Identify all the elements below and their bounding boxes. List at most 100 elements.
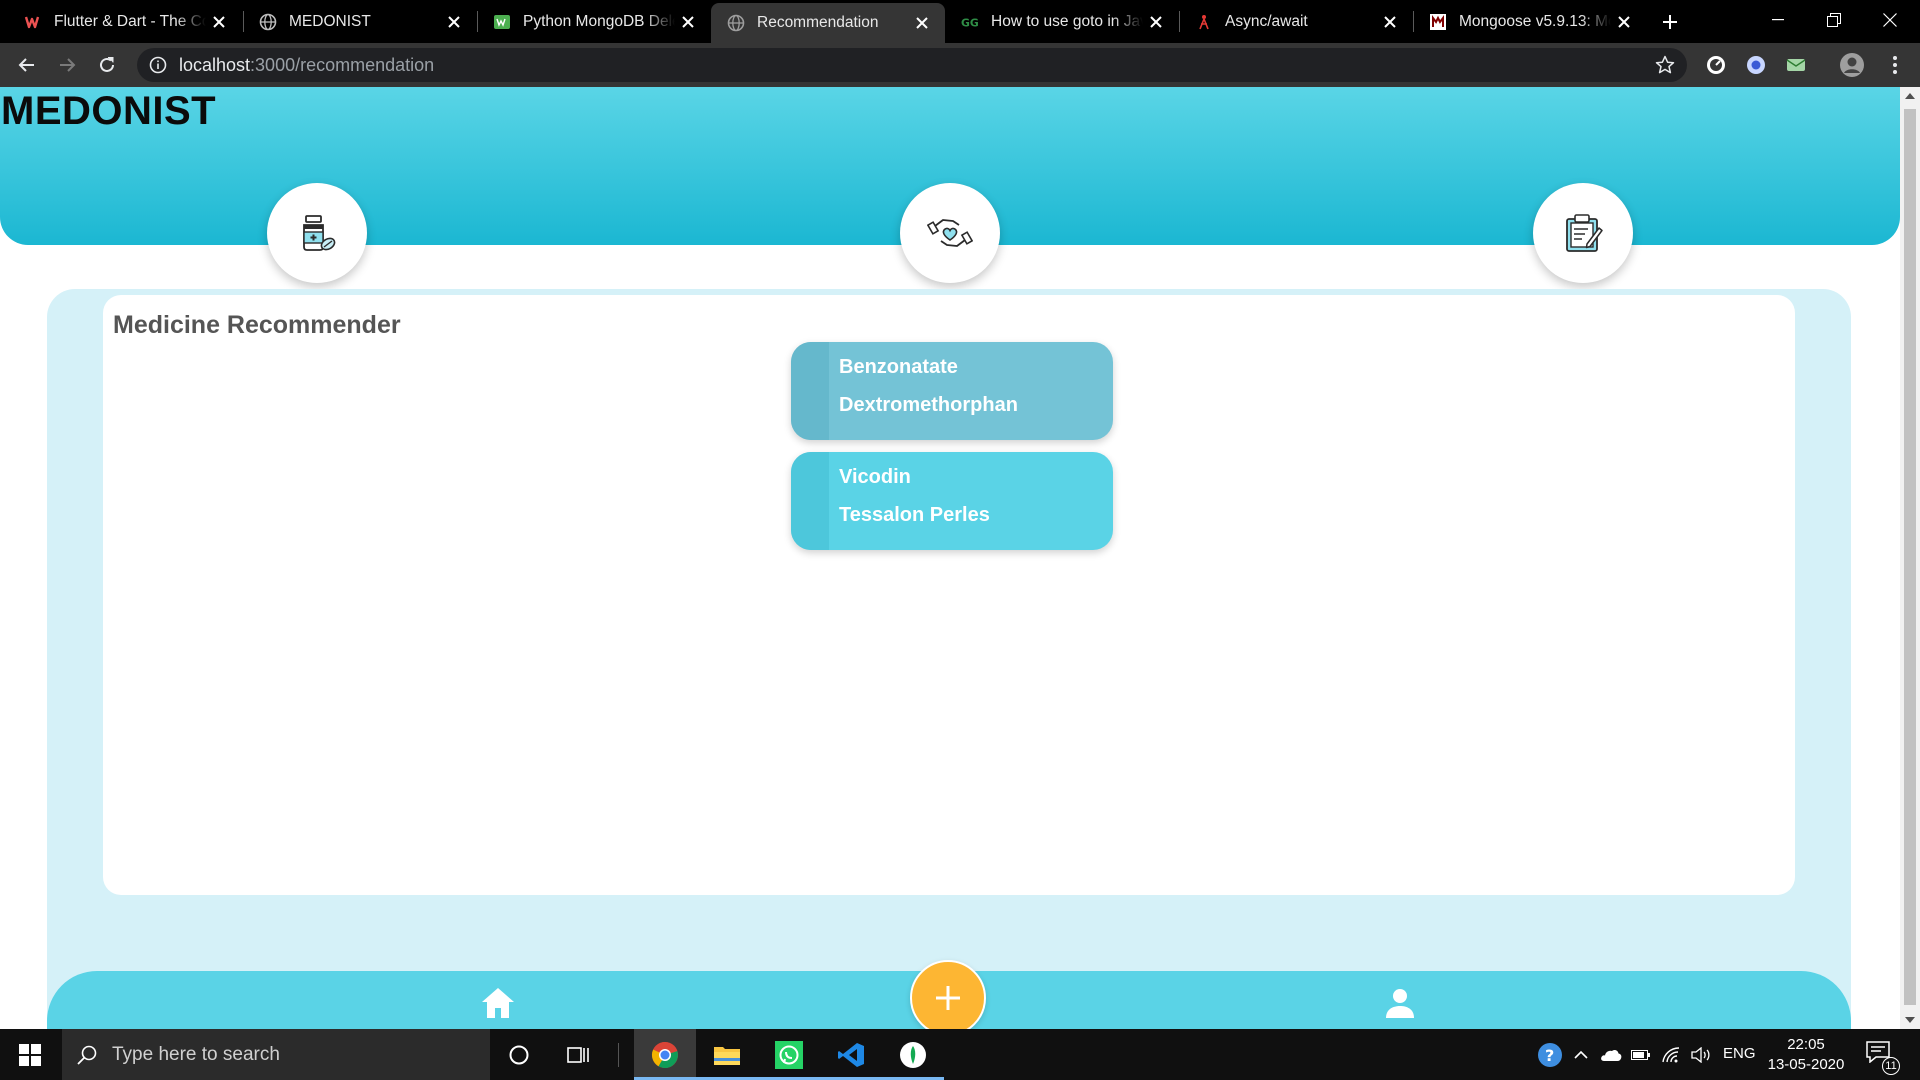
page-viewport: MEDONIST Medicine Recommender Benzonatat… [0, 87, 1920, 1029]
browser-tab[interactable]: Mongoose v5.9.13: Models [1413, 0, 1647, 43]
cortana-icon[interactable] [488, 1029, 550, 1080]
main-panel: Medicine Recommender Benzonatate Dextrom… [47, 289, 1851, 1029]
medicine-name: Tessalon Perles [839, 504, 990, 526]
svg-text:GG: GG [961, 16, 979, 29]
window-close-icon[interactable] [1862, 0, 1918, 40]
javascript-info-icon [1195, 13, 1213, 31]
url-text[interactable]: localhost:3000/recommendation [179, 55, 434, 76]
clock[interactable]: 22:05 13-05-2020 [1766, 1035, 1846, 1075]
browser-toolbar: localhost:3000/recommendation [0, 43, 1920, 87]
help-icon[interactable]: ? [1532, 1029, 1568, 1080]
home-icon[interactable] [478, 983, 518, 1023]
close-icon[interactable] [675, 9, 701, 35]
scroll-down-icon[interactable] [1905, 1017, 1915, 1023]
medicine-name: Vicodin [839, 466, 911, 488]
clock-time: 22:05 [1787, 1036, 1825, 1053]
browser-tab-strip: Flutter & Dart - The Complete Guide MEDO… [0, 0, 1920, 43]
tab-title: Mongoose v5.9.13: Models [1459, 12, 1611, 30]
search-icon [77, 1045, 97, 1065]
avatar[interactable] [1839, 52, 1865, 78]
info-icon[interactable] [149, 56, 167, 74]
close-icon[interactable] [441, 9, 467, 35]
windows-start-icon[interactable] [0, 1029, 60, 1080]
browser-tab[interactable]: Flutter & Dart - The Complete Guide [8, 0, 242, 43]
medicine-name: Dextromethorphan [839, 394, 1018, 416]
whatsapp-icon[interactable] [758, 1029, 820, 1080]
close-icon[interactable] [1377, 9, 1403, 35]
forward-icon[interactable] [51, 49, 83, 81]
mongoose-icon [1429, 13, 1447, 31]
browser-tab[interactable]: Async/await [1179, 0, 1413, 43]
browser-tab-active[interactable]: Recommendation [711, 3, 945, 43]
plus-icon [934, 984, 962, 1012]
mongodb-compass-icon[interactable] [882, 1029, 944, 1080]
medicine-bottle-icon [295, 211, 339, 255]
section-title: Medicine Recommender [113, 311, 401, 339]
extension-speed-icon[interactable] [1703, 52, 1729, 78]
extension-mail-icon[interactable] [1783, 52, 1809, 78]
address-bar[interactable]: localhost:3000/recommendation [137, 48, 1687, 82]
wifi-icon[interactable] [1656, 1029, 1686, 1080]
recommendation-card[interactable]: Vicodin Tessalon Perles [791, 452, 1113, 550]
language-indicator[interactable]: ENG [1723, 1045, 1756, 1062]
battery-icon[interactable] [1626, 1029, 1656, 1080]
browser-tab[interactable]: MEDONIST [243, 0, 477, 43]
windows-taskbar: Type here to search ? ENG 22:05 13-05-20… [0, 1029, 1920, 1080]
reload-icon[interactable] [91, 49, 123, 81]
clipboard-icon [1561, 211, 1605, 255]
page-scrollbar[interactable] [1900, 87, 1920, 1029]
recommender-card: Medicine Recommender Benzonatate Dextrom… [103, 295, 1795, 895]
back-icon[interactable] [11, 49, 43, 81]
clock-date: 13-05-2020 [1767, 1056, 1845, 1073]
medicine-name: Benzonatate [839, 356, 958, 378]
bookmark-star-icon[interactable] [1655, 55, 1675, 75]
browser-tab[interactable]: Python MongoDB Delete Document [477, 0, 711, 43]
card-stripe [791, 342, 829, 440]
prescription-feature-button[interactable] [1533, 183, 1633, 283]
tab-title: How to use goto in Javascript [991, 12, 1143, 30]
minimize-icon[interactable] [1750, 0, 1806, 40]
onedrive-icon[interactable] [1596, 1029, 1626, 1080]
close-icon[interactable] [909, 10, 935, 36]
tab-title: Recommendation [757, 14, 879, 31]
restore-icon[interactable] [1806, 0, 1862, 40]
care-feature-button[interactable] [900, 183, 1000, 283]
tab-title: Python MongoDB Delete Document [523, 12, 675, 30]
geeksforgeeks-icon: GG [961, 13, 979, 31]
close-icon[interactable] [1143, 9, 1169, 35]
browser-menu-icon[interactable] [1882, 52, 1908, 78]
tab-title: MEDONIST [289, 12, 371, 30]
profile-icon[interactable] [1380, 983, 1420, 1023]
app-brand[interactable]: MEDONIST [1, 89, 216, 134]
w3schools-icon [493, 13, 511, 31]
hands-heart-icon [927, 210, 973, 256]
svg-text:?: ? [1545, 1046, 1554, 1065]
udemy-icon [24, 13, 42, 31]
new-tab-button[interactable] [1656, 8, 1684, 36]
tab-title: Async/await [1225, 12, 1308, 30]
medicine-feature-button[interactable] [267, 183, 367, 283]
volume-icon[interactable] [1686, 1029, 1716, 1080]
taskbar-search[interactable]: Type here to search [62, 1029, 490, 1080]
task-view-icon[interactable] [548, 1029, 610, 1080]
globe-icon [259, 13, 277, 31]
vscode-icon[interactable] [820, 1029, 882, 1080]
chevron-up-icon[interactable] [1568, 1029, 1594, 1080]
card-stripe [791, 452, 829, 550]
close-icon[interactable] [1611, 9, 1637, 35]
bottom-navigation [47, 960, 1851, 1029]
recommendation-card[interactable]: Benzonatate Dextromethorphan [791, 342, 1113, 440]
browser-tab[interactable]: GG How to use goto in Javascript [945, 0, 1179, 43]
extension-circle-icon[interactable] [1743, 52, 1769, 78]
file-explorer-icon[interactable] [696, 1029, 758, 1080]
scroll-up-icon[interactable] [1905, 93, 1915, 99]
search-placeholder: Type here to search [112, 1043, 280, 1065]
notification-badge: 11 [1882, 1057, 1900, 1075]
notification-center-icon[interactable]: 11 [1866, 1041, 1900, 1075]
tab-title: Flutter & Dart - The Complete Guide [54, 12, 206, 30]
chrome-taskbar-icon[interactable] [634, 1029, 696, 1080]
close-icon[interactable] [206, 9, 232, 35]
globe-icon [727, 14, 745, 32]
add-button[interactable] [910, 960, 986, 1029]
scrollbar-thumb[interactable] [1904, 109, 1916, 1005]
